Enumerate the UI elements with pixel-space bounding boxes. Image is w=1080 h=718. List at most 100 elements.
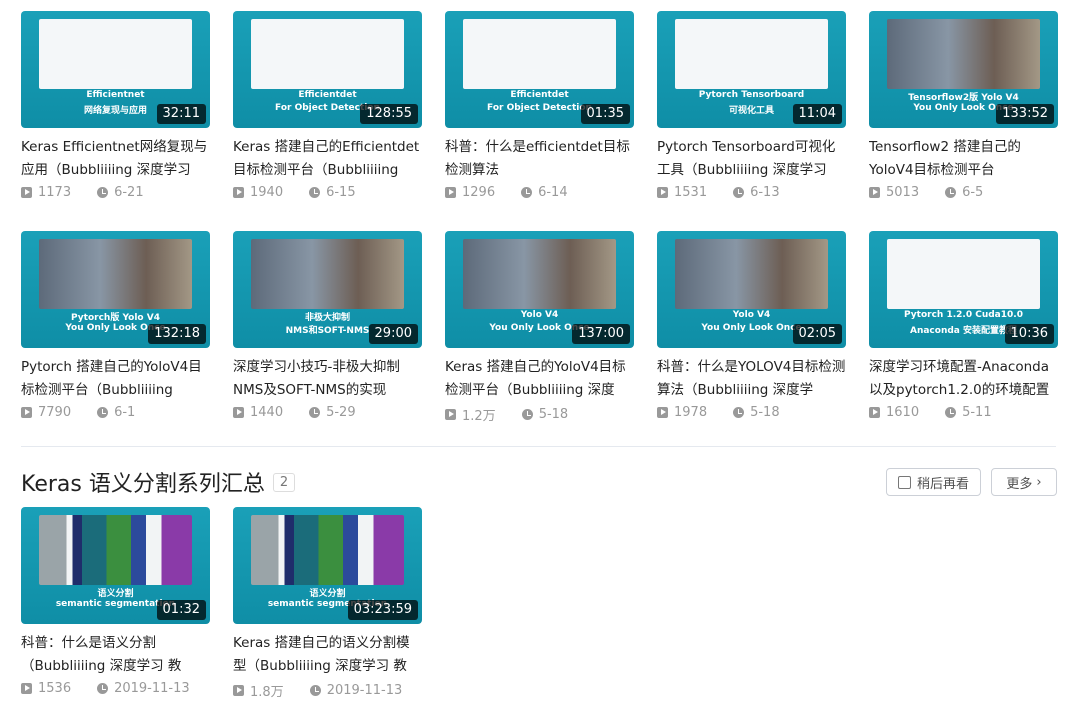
video-title[interactable]: Pytorch 搭建自己的YoloV4目标检测平台（Bubbliiiing	[21, 356, 210, 402]
thumbnail-image	[251, 19, 404, 89]
thumbnail-image	[39, 239, 192, 309]
video-card[interactable]: Efficientdet For Object Detection 01:35 科普：…	[445, 11, 634, 200]
thumbnail-image	[675, 19, 828, 89]
play-count: 5013	[886, 185, 920, 200]
video-card[interactable]: 非极大抑制 NMS和SOFT-NMS 29:00 深度学习小技巧-非极大抑制NMS及S…	[233, 231, 422, 424]
thumbnail-caption: Yolo V4	[732, 310, 771, 320]
video-thumbnail[interactable]: Pytorch 1.2.0 Cuda10.0 Anaconda 安装配置教程 10:…	[869, 231, 1058, 348]
section-count-badge: 2	[272, 472, 296, 492]
video-card[interactable]: Pytorch Tensorboard 可视化工具 11:04 Pytorch Ten…	[657, 11, 846, 200]
video-thumbnail[interactable]: 非极大抑制 NMS和SOFT-NMS 29:00	[233, 231, 422, 348]
upload-date: 6-1	[114, 405, 136, 420]
video-thumbnail[interactable]: Efficientdet For Object Detection 128:55	[233, 11, 422, 128]
upload-date: 6-5	[962, 185, 984, 200]
video-title[interactable]: Tensorflow2 搭建自己的YoloV4目标检测平台	[869, 136, 1058, 182]
video-meta: 1536 2019-11-13	[21, 681, 210, 696]
more-button[interactable]: 更多 ›	[991, 468, 1057, 496]
video-card[interactable]: Efficientnet 网络复现与应用 32:11 Keras Efficientn…	[21, 11, 210, 200]
video-title[interactable]: Keras 搭建自己的语义分割模型（Bubbliiiing 深度学习 教	[233, 632, 422, 678]
video-title[interactable]: Keras Efficientnet网络复现与应用（Bubbliiiing 深度…	[21, 136, 210, 182]
play-count: 1610	[886, 405, 920, 420]
clock-icon	[97, 683, 109, 694]
thumbnail-image	[887, 19, 1040, 89]
video-row-3: 语义分割 semantic segmentation 01:32 科普：什么是语义分割…	[21, 507, 422, 700]
play-count-icon	[233, 685, 244, 696]
video-title[interactable]: 科普：什么是efficientdet目标检测算法	[445, 136, 634, 182]
section-header: Keras 语义分割系列汇总 2	[21, 466, 296, 498]
video-title[interactable]: Keras 搭建自己的Efficientdet目标检测平台（Bubbliiiin…	[233, 136, 422, 182]
video-thumbnail[interactable]: 语义分割 semantic segmentation 01:32	[21, 507, 210, 624]
upload-date: 5-18	[538, 407, 569, 422]
thumbnail-image	[251, 239, 404, 309]
upload-date: 6-21	[114, 185, 144, 200]
video-card[interactable]: 语义分割 semantic segmentation 01:32 科普：什么是语义分割…	[21, 507, 210, 700]
video-card[interactable]: Efficientdet For Object Detection 128:55 Ke…	[233, 11, 422, 200]
play-count-icon	[869, 187, 880, 198]
video-meta: 5013 6-5	[869, 185, 1058, 200]
video-thumbnail[interactable]: Efficientdet For Object Detection 01:35	[445, 11, 634, 128]
thumbnail-image	[887, 239, 1040, 309]
clock-icon	[945, 407, 957, 418]
clock-icon	[97, 407, 109, 418]
video-row-2: Pytorch版 Yolo V4 You Only Look Once 132:18…	[21, 231, 1058, 424]
video-title[interactable]: 深度学习小技巧-非极大抑制NMS及SOFT-NMS的实现	[233, 356, 422, 402]
upload-date: 2019-11-13	[326, 683, 403, 698]
watch-later-icon	[897, 475, 911, 489]
clock-icon	[945, 187, 957, 198]
video-title[interactable]: Pytorch Tensorboard可视化工具（Bubbliiiing 深度学…	[657, 136, 846, 182]
upload-date: 6-15	[326, 185, 356, 200]
clock-icon	[309, 685, 321, 696]
duration-badge: 32:11	[156, 104, 206, 124]
thumbnail-caption: Efficientdet	[298, 90, 357, 100]
video-meta: 1173 6-21	[21, 185, 210, 200]
video-thumbnail[interactable]: Pytorch Tensorboard 可视化工具 11:04	[657, 11, 846, 128]
watch-later-button[interactable]: 稍后再看	[886, 468, 981, 496]
play-count: 1.8万	[250, 685, 284, 700]
video-thumbnail[interactable]: 语义分割 semantic segmentation 03:23:59	[233, 507, 422, 624]
video-card[interactable]: Pytorch版 Yolo V4 You Only Look Once 132:18…	[21, 231, 210, 424]
thumbnail-image	[39, 515, 192, 585]
play-count-icon	[445, 409, 456, 420]
upload-date: 2019-11-13	[114, 681, 190, 696]
video-thumbnail[interactable]: Efficientnet 网络复现与应用 32:11	[21, 11, 210, 128]
thumbnail-caption: Pytorch 1.2.0 Cuda10.0	[904, 310, 1023, 320]
duration-badge: 02:05	[792, 324, 842, 344]
upload-date: 5-18	[750, 405, 780, 420]
upload-date: 6-14	[538, 185, 568, 200]
thumbnail-caption: 非极大抑制	[304, 313, 350, 323]
play-count: 7790	[38, 405, 72, 420]
play-count: 1531	[674, 185, 708, 200]
play-count-icon	[233, 187, 244, 198]
video-title[interactable]: Keras 搭建自己的YoloV4目标检测平台（Bubbliiiing 深度	[445, 356, 634, 402]
video-meta: 1.2万 5-18	[445, 405, 634, 424]
video-card[interactable]: Tensorflow2版 Yolo V4 You Only Look Once 13…	[869, 11, 1058, 200]
thumbnail-image	[463, 19, 616, 89]
video-card[interactable]: 语义分割 semantic segmentation 03:23:59 Keras 搭…	[233, 507, 422, 700]
video-card[interactable]: Yolo V4 You Only Look Once 02:05 科普：什么是YOLO…	[657, 231, 846, 424]
play-count-icon	[869, 407, 880, 418]
video-card[interactable]: Yolo V4 You Only Look Once 137:00 Keras 搭建自…	[445, 231, 634, 424]
video-thumbnail[interactable]: Yolo V4 You Only Look Once 02:05	[657, 231, 846, 348]
thumbnail-caption: Tensorflow2版 Yolo V4	[908, 93, 1019, 103]
video-title[interactable]: 科普：什么是语义分割（Bubbliiiing 深度学习 教	[21, 632, 210, 678]
duration-badge: 01:32	[156, 600, 206, 620]
play-count: 1173	[38, 185, 72, 200]
duration-badge: 10:36	[1004, 324, 1054, 344]
play-count: 1.2万	[462, 409, 496, 424]
video-thumbnail[interactable]: Pytorch版 Yolo V4 You Only Look Once 132:18	[21, 231, 210, 348]
video-card[interactable]: Pytorch 1.2.0 Cuda10.0 Anaconda 安装配置教程 10:…	[869, 231, 1058, 424]
duration-badge: 11:04	[792, 104, 842, 124]
video-meta: 1531 6-13	[657, 185, 846, 200]
duration-badge: 128:55	[360, 104, 418, 124]
play-count-icon	[445, 187, 456, 198]
video-meta: 1.8万 2019-11-13	[233, 681, 422, 700]
video-title[interactable]: 深度学习环境配置-Anaconda以及pytorch1.2.0的环境配置	[869, 356, 1058, 402]
section-title[interactable]: Keras 语义分割系列汇总	[21, 466, 265, 498]
thumbnail-image	[251, 515, 404, 585]
video-thumbnail[interactable]: Tensorflow2版 Yolo V4 You Only Look Once 13…	[869, 11, 1058, 128]
video-thumbnail[interactable]: Yolo V4 You Only Look Once 137:00	[445, 231, 634, 348]
play-count-icon	[657, 407, 668, 418]
video-title[interactable]: 科普：什么是YOLOV4目标检测算法（Bubbliiiing 深度学	[657, 356, 846, 402]
section-divider	[21, 446, 1056, 447]
video-meta: 1296 6-14	[445, 185, 634, 200]
